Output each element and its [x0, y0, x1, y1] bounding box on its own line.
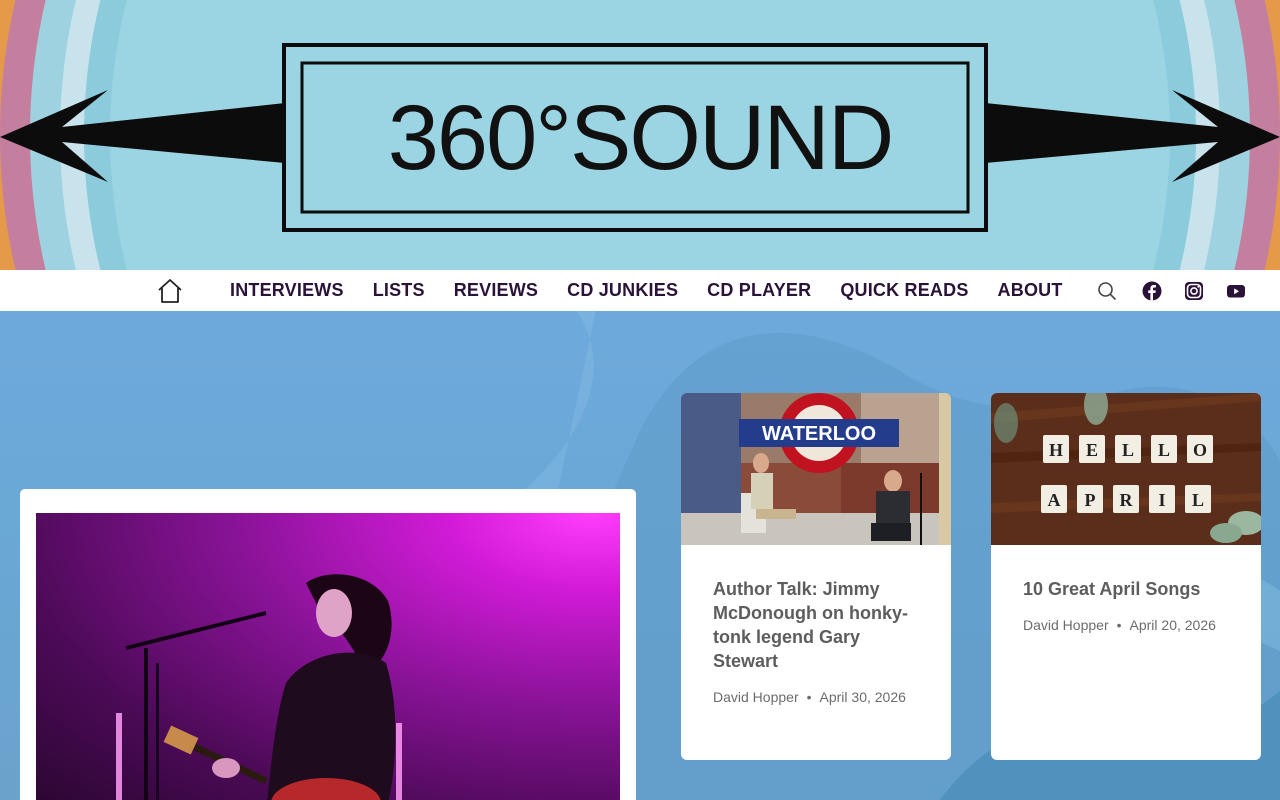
waterloo-sign-text: WATERLOO: [762, 423, 876, 445]
post-author[interactable]: David Hopper: [1023, 617, 1109, 633]
nav-item-about[interactable]: ABOUT: [998, 280, 1063, 301]
meta-separator: •: [806, 689, 812, 705]
search-icon[interactable]: [1096, 280, 1118, 302]
tile-letter: L: [1192, 490, 1204, 510]
nav-item-cd-player[interactable]: CD PLAYER: [707, 280, 811, 301]
site-banner[interactable]: 360°SOUND: [0, 0, 1280, 270]
post-thumbnail[interactable]: H E L L O A P R I L: [991, 393, 1261, 545]
post-thumbnail[interactable]: WATERLOO: [681, 393, 951, 545]
post-author[interactable]: David Hopper: [713, 689, 799, 705]
home-icon[interactable]: [156, 277, 184, 305]
post-title[interactable]: Author Talk: Jimmy McDonough on honky-to…: [713, 577, 923, 673]
nav-item-quick-reads[interactable]: QUICK READS: [840, 280, 968, 301]
nav-item-interviews[interactable]: INTERVIEWS: [230, 280, 344, 301]
post-date: April 30, 2026: [819, 689, 906, 705]
meta-separator: •: [1116, 617, 1122, 633]
youtube-icon[interactable]: [1225, 280, 1247, 302]
post-meta: David Hopper • April 20, 2026: [1023, 617, 1216, 633]
facebook-icon[interactable]: [1141, 280, 1163, 302]
tile-letter: L: [1122, 440, 1134, 460]
post-card[interactable]: WATERLOO Author Talk: Jimmy McDonough on…: [681, 393, 951, 760]
instagram-icon[interactable]: [1183, 280, 1205, 302]
nav-item-lists[interactable]: LISTS: [373, 280, 425, 301]
post-meta: David Hopper • April 30, 2026: [713, 689, 906, 705]
nav-icon-group: [1096, 270, 1247, 311]
featured-post-card[interactable]: [20, 489, 636, 800]
post-card[interactable]: H E L L O A P R I L 10 Great April Songs…: [991, 393, 1261, 760]
post-title[interactable]: 10 Great April Songs: [1023, 577, 1243, 601]
nav-item-reviews[interactable]: REVIEWS: [454, 280, 538, 301]
tile-letter: R: [1120, 490, 1134, 510]
tile-letter: E: [1086, 440, 1098, 460]
tile-letter: I: [1158, 490, 1165, 510]
featured-post-image[interactable]: [36, 513, 620, 800]
tile-letter: A: [1048, 490, 1061, 510]
tile-letter: O: [1193, 440, 1207, 460]
main-navigation: INTERVIEWS LISTS REVIEWS CD JUNKIES CD P…: [0, 270, 1280, 311]
site-logo[interactable]: 360°SOUND: [300, 78, 980, 198]
tile-letter: L: [1158, 440, 1170, 460]
post-date: April 20, 2026: [1129, 617, 1216, 633]
nav-item-cd-junkies[interactable]: CD JUNKIES: [567, 280, 678, 301]
tile-letter: H: [1049, 440, 1063, 460]
nav-menu: INTERVIEWS LISTS REVIEWS CD JUNKIES CD P…: [230, 270, 1063, 311]
tile-letter: P: [1085, 490, 1096, 510]
